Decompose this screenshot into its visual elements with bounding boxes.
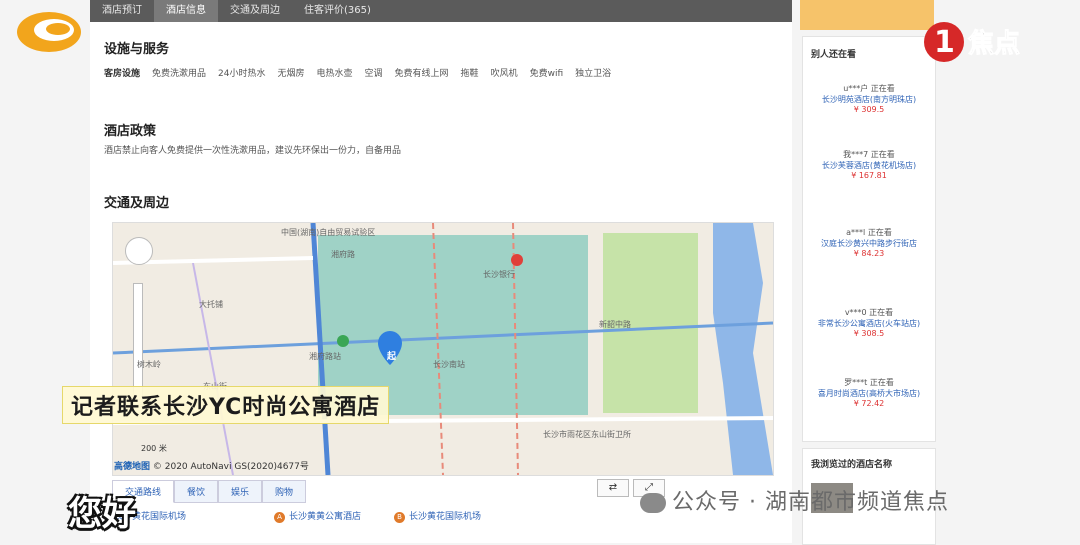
tab-transport[interactable]: 交通及周边 [218, 0, 292, 22]
policy-text: 酒店禁止向客人免费提供一次性洗漱用品，建议先环保出一份力，自备用品 [104, 146, 402, 156]
map-copyright: © 2020 AutoNavi GS(2020)4677号 [152, 462, 309, 472]
map-pan-control[interactable] [125, 237, 153, 265]
wechat-watermark: 公众号 · 湖南都市频道焦点 [640, 484, 949, 516]
map-poi: 长沙银行 [483, 270, 515, 279]
tab-entertainment[interactable]: 娱乐 [218, 480, 263, 503]
facility-item: 吹风机 [490, 69, 518, 79]
facility-item: 拖鞋 [460, 69, 479, 79]
map-poi: 长沙南站 [433, 360, 465, 369]
surrounding-tabs: 交通路线 餐饮 娱乐 购物 [112, 480, 307, 503]
route-b-icon: B [394, 512, 405, 523]
hotel-link[interactable]: 长沙芙蓉酒店(黄花机场店) [803, 160, 935, 171]
svg-text:1: 1 [934, 25, 955, 60]
viewer-label: v***0 正在看 [844, 308, 894, 317]
also-viewed-item[interactable]: 罗***t 正在看 喜月时尚酒店(高桥大市场店) ¥ 72.42 [803, 377, 935, 408]
map-poi: 长沙市雨花区东山街卫所 [543, 430, 631, 439]
map-poi: 新韶中路 [599, 320, 631, 329]
map-poi: 湘府路 [331, 250, 355, 259]
hotel-link[interactable]: 长沙明苑酒店(南方明珠店) [803, 94, 935, 105]
tab-booking[interactable]: 酒店预订 [90, 0, 154, 22]
tab-shopping[interactable]: 购物 [262, 480, 307, 503]
also-viewed-title: 别人还在看 [811, 50, 857, 60]
map-canvas [113, 223, 773, 475]
hotel-link[interactable]: 喜月时尚酒店(高桥大市场店) [803, 388, 935, 399]
hotel-price: ¥ 72.42 [853, 399, 885, 408]
map-poi: 大托铺 [199, 300, 223, 309]
facility-item: 免费有线上网 [394, 69, 449, 79]
jiaodian-channel-logo-icon: 1 焦点 [924, 22, 1021, 62]
hotel-link[interactable]: 汉庭长沙黄兴中路步行街店 [803, 238, 935, 249]
also-viewed-item[interactable]: 我***7 正在看 长沙芙蓉酒店(黄花机场店) ¥ 167.81 [803, 149, 935, 180]
facilities-heading: 设施与服务 [104, 42, 170, 57]
facilities-list: 客房设施 免费洗漱用品 24小时热水 无烟房 电热水壶 空调 免费有线上网 拖鞋… [104, 66, 611, 79]
facility-item: 独立卫浴 [575, 69, 612, 79]
also-viewed-item[interactable]: u***户 正在看 长沙明苑酒店(南方明珠店) ¥ 309.5 [803, 83, 935, 114]
route-a-icon: A [274, 512, 285, 523]
video-subtitle: 您好 [68, 494, 136, 534]
facility-item: 免费洗漱用品 [152, 69, 207, 79]
recently-viewed-title: 我浏览过的酒店名称 [811, 460, 893, 470]
hotel-info-panel: 设施与服务 客房设施 免费洗漱用品 24小时热水 无烟房 电热水壶 空调 免费有… [90, 22, 792, 543]
channel-logo-text: 焦点 [968, 28, 1020, 59]
map-poi: 树木岭 [137, 360, 161, 369]
also-viewed-item[interactable]: v***0 正在看 非常长沙公寓酒店(火车站店) ¥ 308.5 [803, 307, 935, 338]
map-poi: 中国(湖南)自由贸易试验区 [281, 228, 376, 237]
route-point-b[interactable]: B 长沙黄花国际机场 [394, 509, 481, 523]
facility-item: 24小时热水 [218, 69, 266, 79]
map-poi: 湘府路站 [309, 352, 341, 361]
also-viewed-item[interactable]: a***l 正在看 汉庭长沙黄兴中路步行街店 ¥ 84.23 [803, 227, 935, 258]
wechat-icon [640, 493, 666, 513]
viewer-label: a***l 正在看 [846, 228, 892, 237]
viewer-label: 我***7 正在看 [843, 150, 895, 159]
hotel-price: ¥ 309.5 [853, 105, 885, 114]
tab-hotel-info[interactable]: 酒店信息 [154, 0, 218, 22]
facility-item: 无烟房 [277, 69, 305, 79]
facility-item: 免费wifi [529, 69, 564, 79]
route-b-label: 长沙黄花国际机场 [409, 512, 482, 522]
route-a-label: 长沙黄黄公寓酒店 [289, 512, 362, 522]
swap-route-button[interactable]: ⇄ [597, 479, 629, 497]
map-attribution: 高德地图 © 2020 AutoNavi GS(2020)4677号 [114, 459, 309, 472]
policy-heading: 酒店政策 [104, 124, 157, 139]
viewer-label: u***户 正在看 [843, 84, 895, 93]
hotel-link[interactable]: 非常长沙公寓酒店(火车站店) [803, 318, 935, 329]
tab-dining[interactable]: 餐饮 [174, 480, 219, 503]
hotel-price: ¥ 84.23 [853, 249, 885, 258]
sidebar-banner-image [800, 0, 934, 30]
facility-item: 电热水壶 [316, 69, 353, 79]
facility-item: 空调 [364, 69, 383, 79]
viewer-label: 罗***t 正在看 [844, 378, 894, 387]
map-marker-label[interactable]: 起 [387, 349, 396, 362]
hotel-map[interactable]: 中国(湖南)自由贸易试验区 湘府路 湘府路站 长沙银行 长沙市雨花区东山街卫所 … [112, 222, 774, 476]
news-caption: 记者联系长沙YC时尚公寓酒店 [62, 386, 390, 424]
facilities-label: 客房设施 [104, 69, 141, 79]
also-viewed-panel: 别人还在看 u***户 正在看 长沙明苑酒店(南方明珠店) ¥ 309.5 我*… [802, 36, 936, 442]
hotel-tab-bar: 酒店预订 酒店信息 交通及周边 住客评价(365) [90, 0, 792, 22]
watermark-text: 公众号 · 湖南都市频道焦点 [672, 490, 949, 515]
map-scale: 200 米 [141, 444, 167, 453]
amap-logo: 高德地图 [114, 462, 151, 472]
tab-reviews[interactable]: 住客评价(365) [292, 0, 383, 22]
channel-logo-icon [17, 12, 81, 52]
hotel-price: ¥ 308.5 [853, 329, 885, 338]
transport-heading: 交通及周边 [104, 196, 170, 211]
route-point-a[interactable]: A 长沙黄黄公寓酒店 [274, 509, 361, 523]
hotel-price: ¥ 167.81 [851, 171, 887, 180]
